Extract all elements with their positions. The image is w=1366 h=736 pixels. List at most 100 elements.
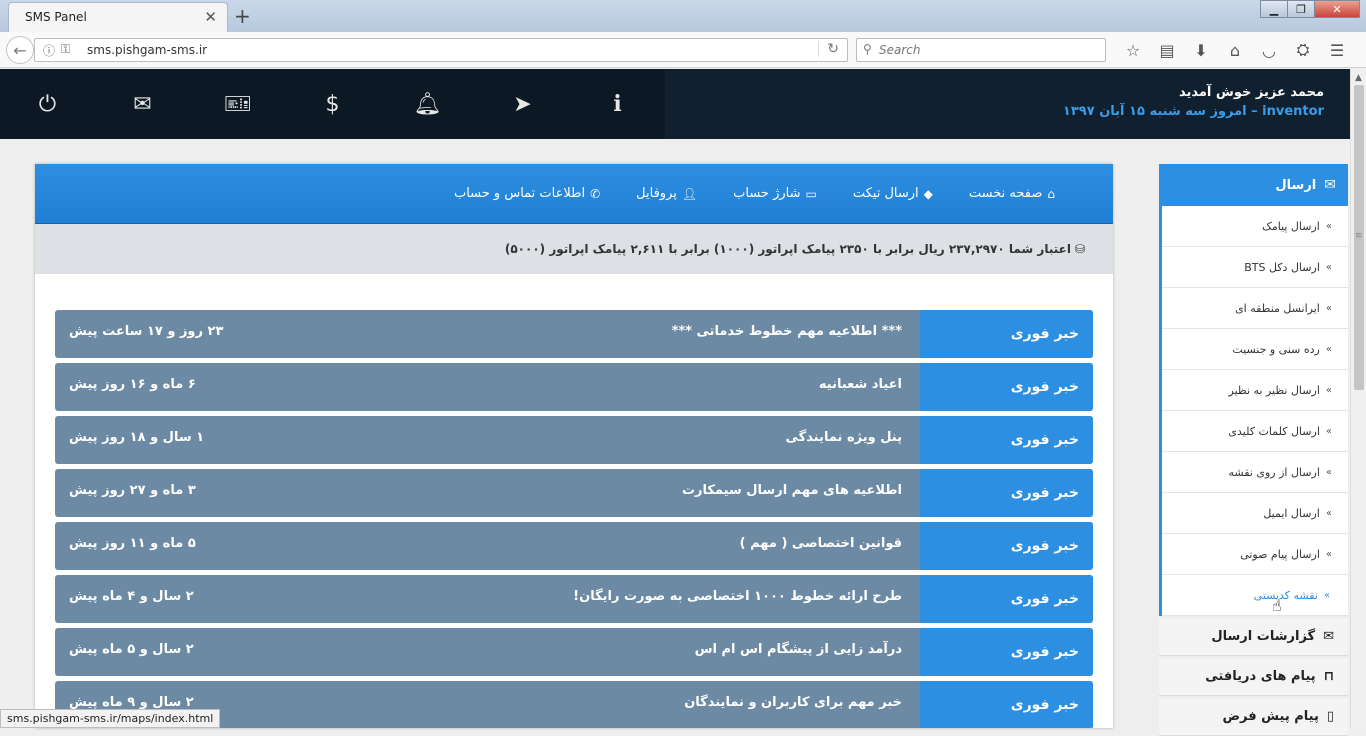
sidebar-item-voice[interactable]: » ارسال پیام صوتی: [1162, 534, 1348, 575]
news-badge: خبر فوری: [920, 416, 1093, 464]
scroll-up-icon[interactable]: ▲: [1355, 73, 1362, 83]
sidebar-item-label: ارسال پیام صوتی: [1240, 547, 1320, 561]
close-window-button[interactable]: ✕: [1314, 0, 1360, 18]
sidebar-section-received[interactable]: ⊓ پیام های دریافتی: [1159, 658, 1348, 696]
sidebar-section-send-reports[interactable]: ✉ گزارشات ارسال: [1159, 618, 1348, 656]
envelope-icon: ✉: [1323, 629, 1334, 644]
search-input[interactable]: [879, 41, 1099, 59]
credit-bar: ⛁ اعتبار شما ۲۳۷,۲۹۷۰ ریال برابر با ۲۳۵۰…: [35, 224, 1113, 274]
news-row[interactable]: خبر فوری پنل ویژه نمایندگی ۱ سال و ۱۸ رو…: [55, 416, 1093, 464]
hand-cursor-icon: ☝: [1272, 596, 1282, 615]
ticket-icon: ◆: [923, 186, 933, 201]
sidebar-item-email[interactable]: » ارسال ایمیل: [1162, 493, 1348, 534]
news-badge: خبر فوری: [920, 628, 1093, 676]
sidebar-item-bts[interactable]: » ارسال دکل BTS: [1162, 247, 1348, 288]
sidebar-header-label: ارسال: [1275, 177, 1317, 193]
home-icon[interactable]: ⌂: [1218, 38, 1252, 62]
sidebar-section-default-messages[interactable]: ▯ پیام پیش فرض: [1159, 698, 1348, 736]
address-bar[interactable]: ⓘ ⚿ sms.pishgam-sms.ir ↻: [34, 38, 848, 62]
paper-plane-icon[interactable]: ➤: [475, 69, 570, 139]
page-scrollbar[interactable]: ▲ ≡: [1350, 69, 1366, 728]
menu-icon[interactable]: ☰: [1320, 38, 1354, 62]
close-tab-icon[interactable]: ✕: [204, 8, 217, 26]
restore-button[interactable]: ❐: [1287, 0, 1315, 18]
browser-tab[interactable]: SMS Panel ✕: [8, 2, 228, 32]
sidebar-send-header[interactable]: ✉ ارسال: [1159, 164, 1348, 206]
nav-contact-info[interactable]: ✆ اطلاعات تماس و حساب: [454, 186, 600, 201]
news-row[interactable]: خبر فوری اعیاد شعبانیه ۶ ماه و ۱۶ روز پی…: [55, 363, 1093, 411]
phone-icon: ✆: [590, 186, 601, 201]
news-row[interactable]: خبر فوری طرح ارائه خطوط ۱۰۰۰ اختصاصی به …: [55, 575, 1093, 623]
sidebar-item-irancell-regional[interactable]: » ایرانسل منطقه ای: [1162, 288, 1348, 329]
minimize-button[interactable]: ▁: [1260, 0, 1288, 18]
news-badge: خبر فوری: [920, 681, 1093, 728]
chevron-right-icon: »: [1325, 220, 1332, 232]
sidebar-section-label: پیام های دریافتی: [1205, 669, 1316, 684]
news-title: قوانین اختصاصی ( مهم ): [739, 536, 902, 551]
news-title: طرح ارائه خطوط ۱۰۰۰ اختصاصی به صورت رایگ…: [573, 589, 902, 604]
url-text[interactable]: sms.pishgam-sms.ir: [87, 43, 207, 57]
bell-icon[interactable]: 🔔︎: [380, 69, 475, 139]
news-time: ۱ سال و ۱۸ روز پیش: [69, 430, 205, 445]
reload-icon[interactable]: ↻: [818, 41, 839, 57]
back-button[interactable]: ←: [6, 36, 34, 64]
power-icon[interactable]: ⏻: [0, 69, 95, 139]
chevron-right-icon: »: [1323, 589, 1330, 601]
credit-text: اعتبار شما ۲۳۷,۲۹۷۰ ریال برابر با ۲۳۵۰ پ…: [504, 242, 1071, 256]
new-tab-button[interactable]: +: [234, 4, 251, 28]
nav-profile[interactable]: 👤︎ پروفایل: [636, 186, 697, 201]
search-icon: ⚲: [863, 42, 872, 56]
info-icon[interactable]: i: [570, 69, 665, 139]
browser-toolbar: ← ⓘ ⚿ sms.pishgam-sms.ir ↻ ⚲ ☆ ▤ ⬇ ⌂ ◡ ⛭…: [0, 32, 1366, 68]
key-icon[interactable]: ⚿: [61, 42, 70, 57]
sidebar-item-from-map[interactable]: » ارسال از روی نقشه: [1162, 452, 1348, 493]
sidebar-item-send-sms[interactable]: » ارسال پیامک: [1162, 206, 1348, 247]
nav-label: اطلاعات تماس و حساب: [453, 186, 586, 201]
welcome-line: inventor – امروز سه شنبه ۱۵ آبان ۱۳۹۷: [1063, 104, 1324, 119]
news-row[interactable]: خبر فوری *** اطلاعیه مهم خطوط خدماتی ***…: [55, 310, 1093, 358]
home-icon: ⌂: [1047, 186, 1055, 201]
pocket-icon[interactable]: ◡: [1252, 38, 1286, 62]
sidebar-item-label: ارسال از روی نقشه: [1228, 465, 1320, 479]
scroll-grip-icon: ≡: [1355, 231, 1363, 241]
sidebar-item-keywords[interactable]: » ارسال کلمات کلیدی: [1162, 411, 1348, 452]
news-row[interactable]: خبر فوری قوانین اختصاصی ( مهم ) ۵ ماه و …: [55, 522, 1093, 570]
news-time: ۲ سال و ۴ ماه پیش: [69, 589, 194, 604]
database-icon: ⛁: [1074, 242, 1085, 256]
search-bar[interactable]: ⚲: [856, 38, 1106, 62]
nav-charge-account[interactable]: ▭ شارژ حساب: [733, 186, 817, 201]
sidebar-item-postal-map[interactable]: » نقشه کدپستی: [1162, 575, 1348, 616]
sidebar-item-age-gender[interactable]: » رده سنی و جنسیت: [1162, 329, 1348, 370]
chevron-right-icon: »: [1325, 384, 1332, 396]
username-link[interactable]: inventor: [1262, 104, 1324, 119]
info-icon[interactable]: ⓘ: [43, 42, 55, 59]
news-list: خبر فوری *** اطلاعیه مهم خطوط خدماتی ***…: [55, 310, 1093, 728]
mobile-icon: ▯: [1326, 709, 1334, 724]
nav-label: پروفایل: [636, 186, 677, 201]
news-time: ۲ سال و ۹ ماه پیش: [69, 695, 194, 710]
nav-send-ticket[interactable]: ◆ ارسال تیکت: [853, 186, 933, 201]
envelope-icon[interactable]: ✉: [95, 69, 190, 139]
extension-icon[interactable]: ⛭: [1286, 38, 1320, 62]
star-icon[interactable]: ☆: [1116, 38, 1150, 62]
welcome-name: محمد عزیز خوش آمدید: [1178, 85, 1324, 100]
inbox-icon: ⊓: [1323, 669, 1334, 684]
nav-home[interactable]: ⌂ صفحه نخست: [969, 186, 1055, 201]
news-title: *** اطلاعیه مهم خطوط خدماتی ***: [671, 324, 902, 339]
dollar-icon[interactable]: $: [285, 69, 380, 139]
news-title: اعیاد شعبانیه: [818, 377, 902, 392]
sidebar-item-label: ارسال ایمیل: [1263, 506, 1320, 520]
news-title: درآمد زایی از پیشگام اس ام اس: [694, 642, 902, 657]
browser-titlebar: SMS Panel ✕ + ▁ ❐ ✕: [0, 0, 1366, 32]
ticket-icon[interactable]: 🎫︎: [190, 69, 285, 139]
news-time: ۲ سال و ۵ ماه پیش: [69, 642, 194, 657]
sidebar-item-label: ارسال کلمات کلیدی: [1228, 424, 1320, 438]
news-row[interactable]: خبر فوری درآمد زایی از پیشگام اس ام اس ۲…: [55, 628, 1093, 676]
download-icon[interactable]: ⬇: [1184, 38, 1218, 62]
news-row[interactable]: خبر فوری اطلاعیه های مهم ارسال سیمکارت ۳…: [55, 469, 1093, 517]
sidebar-item-peer-to-peer[interactable]: » ارسال نظیر به نظیر: [1162, 370, 1348, 411]
nav-label: صفحه نخست: [968, 186, 1043, 201]
sidebar-item-label: ایرانسل منطقه ای: [1235, 301, 1320, 315]
nav-label: ارسال تیکت: [852, 186, 919, 201]
reading-list-icon[interactable]: ▤: [1150, 38, 1184, 62]
